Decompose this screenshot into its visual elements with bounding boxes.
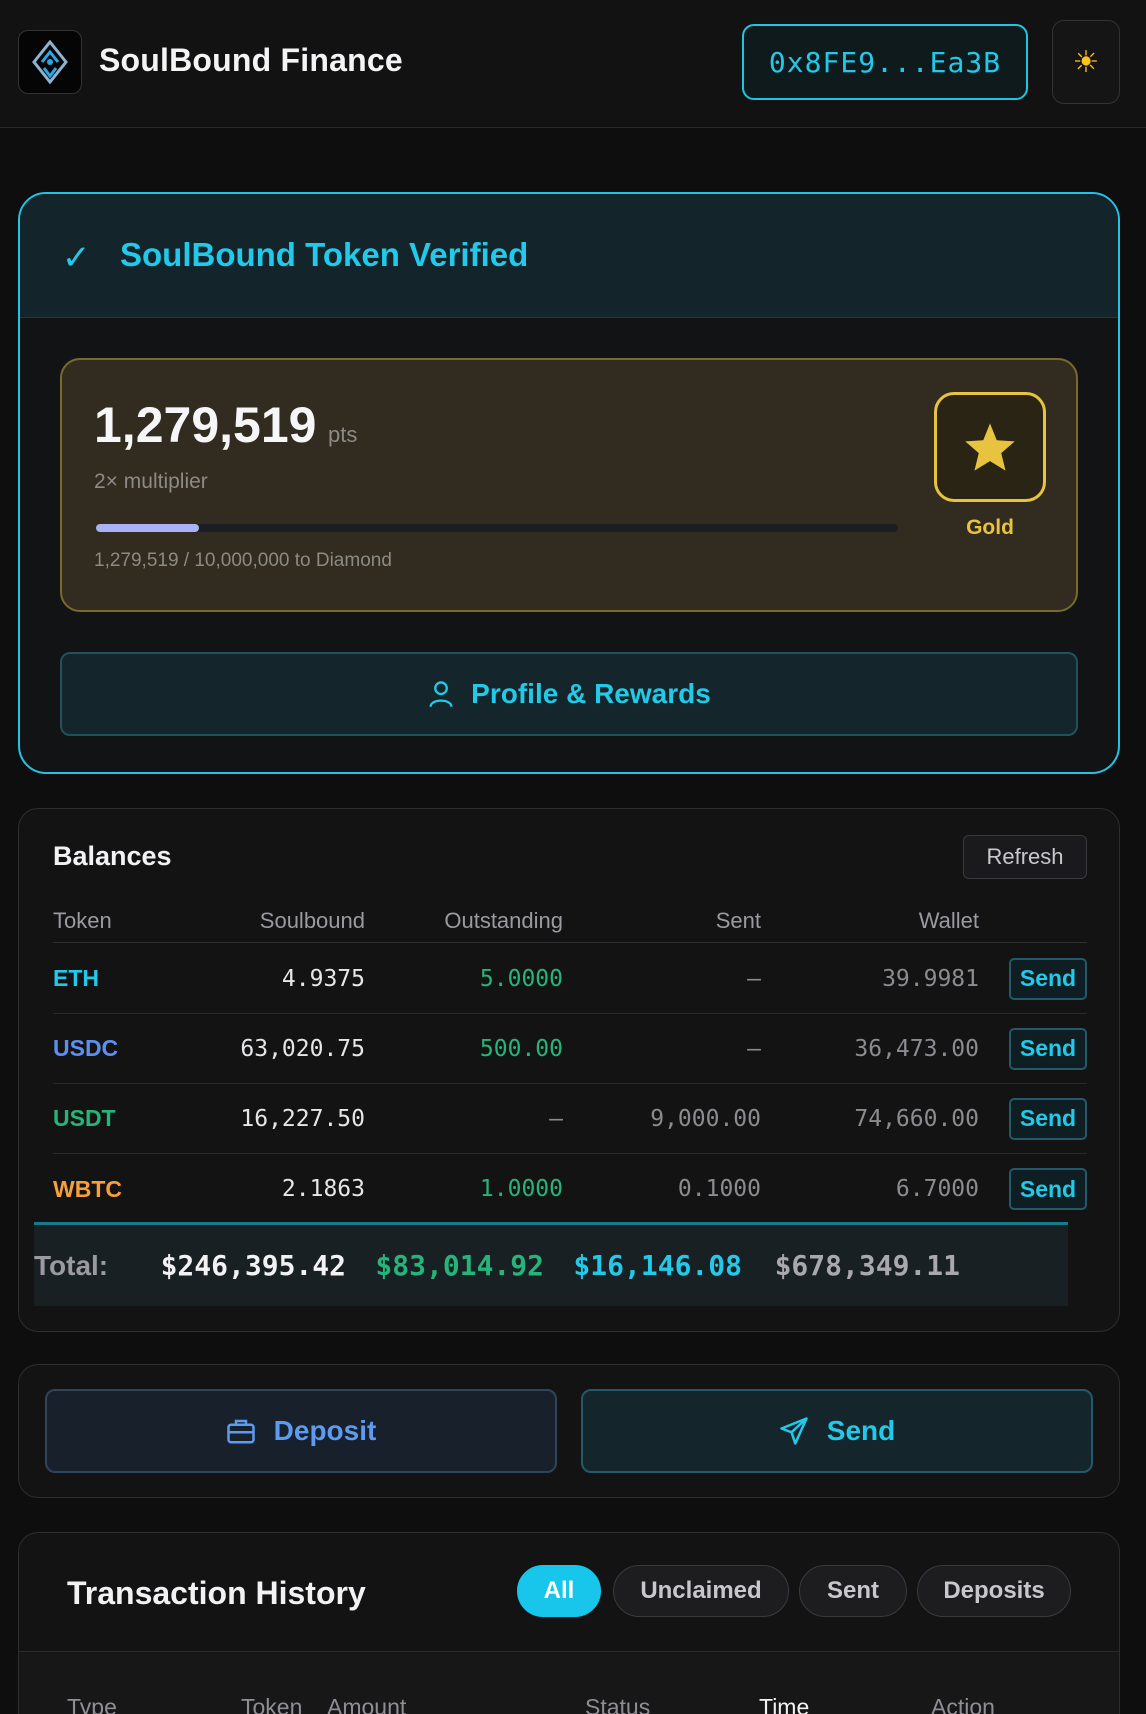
token-symbol: ETH <box>53 965 99 991</box>
sent-amount: — <box>747 965 761 992</box>
user-icon <box>429 681 453 708</box>
token-symbol: USDC <box>53 1035 119 1061</box>
refresh-button[interactable]: Refresh <box>963 835 1087 879</box>
tier-progress-bar <box>96 524 898 532</box>
soulbound-amount: 63,020.75 <box>240 1035 365 1062</box>
sent-amount: 0.1000 <box>677 1176 761 1202</box>
token-symbol: WBTC <box>53 1175 122 1202</box>
column-header: Soulbound <box>259 907 365 933</box>
balances-title: Balances <box>53 841 172 871</box>
outstanding-amount: 500.00 <box>479 1035 563 1062</box>
history-table-header: Type Token Amount Status Time Action <box>19 1651 1119 1714</box>
tier-label: Gold <box>966 516 1014 539</box>
verified-title: SoulBound Token Verified <box>120 236 529 273</box>
soulbound-amount: 2.1863 <box>281 1176 365 1202</box>
points-value: 1,279,519 <box>94 397 317 453</box>
send-cell: Send <box>1009 1084 1087 1153</box>
app-logo[interactable] <box>18 30 82 94</box>
filter-unclaimed[interactable]: Unclaimed <box>613 1565 789 1617</box>
balances-total-row: Total: $246,395.42 $83,014.92 $16,146.08… <box>34 1222 1068 1306</box>
outstanding-amount: — <box>549 1105 563 1132</box>
column-header: Status <box>585 1694 651 1714</box>
send-usdc-button[interactable]: Send <box>1009 1027 1087 1070</box>
wallet-amount: 39.9981 <box>882 965 979 992</box>
column-header: Token <box>241 1694 303 1714</box>
balances-header-row: Token Soulbound Outstanding Sent Wallet <box>53 899 1087 943</box>
send-usdt-button[interactable]: Send <box>1009 1097 1087 1140</box>
filter-all[interactable]: All <box>517 1565 601 1617</box>
column-header: Sent <box>715 907 761 933</box>
soulbound-verified-card: ✓ SoulBound Token Verified 1,279,519 pts… <box>18 192 1120 774</box>
star-icon <box>965 423 1015 471</box>
token-symbol: USDT <box>53 1105 116 1131</box>
points-panel: 1,279,519 pts 2× multiplier 1,279,519 / … <box>60 358 1078 612</box>
sun-icon: ☀ <box>1072 45 1100 79</box>
theme-toggle-button[interactable]: ☀ <box>1052 20 1120 104</box>
column-header: Outstanding <box>444 907 563 933</box>
total-sent: $16,146.08 <box>573 1249 742 1282</box>
sent-amount: — <box>747 1035 761 1062</box>
balance-row-usdt: USDT 16,227.50 — 9,000.00 74,660.00 Send <box>53 1084 1087 1154</box>
filter-deposits[interactable]: Deposits <box>917 1565 1071 1617</box>
send-label: Send <box>826 1415 896 1446</box>
transaction-history-card: Transaction History All Unclaimed Sent D… <box>18 1532 1120 1714</box>
paper-plane-icon <box>780 1417 808 1445</box>
column-header: Token <box>53 907 112 933</box>
wallet-address-button[interactable]: 0x8FE9...Ea3B <box>742 24 1028 100</box>
total-outstanding: $83,014.92 <box>375 1249 544 1282</box>
actions-card: Deposit Send <box>18 1364 1120 1498</box>
send-button[interactable]: Send <box>581 1389 1093 1473</box>
soulbound-amount: 16,227.50 <box>240 1105 365 1132</box>
deposit-button[interactable]: Deposit <box>45 1389 557 1473</box>
outstanding-amount: 1.0000 <box>479 1176 563 1202</box>
app-header: SoulBound Finance 0x8FE9...Ea3B ☀ <box>0 0 1146 128</box>
soulbound-logo-icon <box>32 40 68 84</box>
total-soulbound: $246,395.42 <box>160 1249 346 1282</box>
column-header: Amount <box>327 1694 407 1714</box>
briefcase-icon <box>226 1419 255 1444</box>
checkmark-icon: ✓ <box>62 239 91 277</box>
brand-name: SoulBound Finance <box>99 42 403 78</box>
points-unit: pts <box>328 422 358 447</box>
balance-row-eth: ETH 4.9375 5.0000 — 39.9981 Send <box>53 944 1087 1014</box>
multiplier-label: 2× multiplier <box>94 470 208 493</box>
send-eth-button[interactable]: Send <box>1009 957 1087 1000</box>
send-cell: Send <box>1009 1014 1087 1083</box>
balance-row-wbtc: WBTC 2.1863 1.0000 0.1000 6.7000 Send <box>53 1154 1087 1224</box>
column-header: Action <box>931 1694 995 1714</box>
tier-progress-fill <box>96 524 199 532</box>
filter-sent[interactable]: Sent <box>799 1565 907 1617</box>
tier-badge <box>934 392 1046 502</box>
outstanding-amount: 5.0000 <box>479 965 563 992</box>
balance-row-usdc: USDC 63,020.75 500.00 — 36,473.00 Send <box>53 1014 1087 1084</box>
column-header: Type <box>67 1694 117 1714</box>
history-title: Transaction History <box>67 1575 366 1611</box>
column-header-sorted[interactable]: Time <box>759 1694 809 1714</box>
column-header: Wallet <box>918 907 979 933</box>
progress-text: 1,279,519 / 10,000,000 to Diamond <box>94 550 392 571</box>
wallet-amount: 74,660.00 <box>854 1105 979 1132</box>
total-wallet: $678,349.11 <box>774 1249 960 1282</box>
deposit-label: Deposit <box>273 1415 377 1446</box>
profile-rewards-button[interactable]: Profile & Rewards <box>60 652 1078 736</box>
verified-header: ✓ SoulBound Token Verified <box>20 194 1118 318</box>
send-cell: Send <box>1009 944 1087 1013</box>
sent-amount: 9,000.00 <box>650 1105 761 1132</box>
wallet-amount: 6.7000 <box>895 1176 979 1202</box>
profile-rewards-label: Profile & Rewards <box>471 678 711 709</box>
send-cell: Send <box>1009 1154 1087 1224</box>
soulbound-amount: 4.9375 <box>281 965 365 992</box>
send-wbtc-button[interactable]: Send <box>1009 1168 1087 1210</box>
wallet-amount: 36,473.00 <box>854 1035 979 1062</box>
